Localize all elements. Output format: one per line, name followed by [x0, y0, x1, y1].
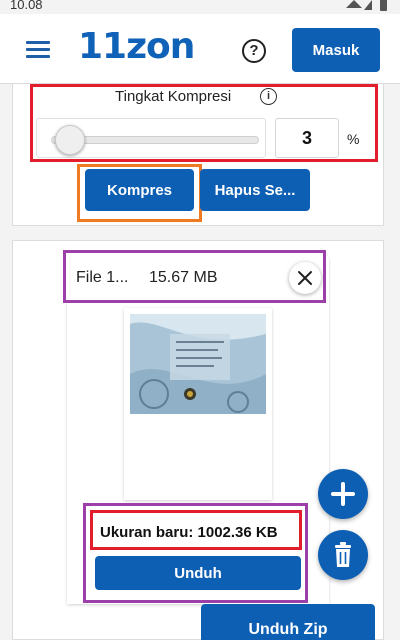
app-page: 10.08 11zon ? Masuk Tingkat Kompresi i 3… [0, 0, 400, 640]
trash-icon [335, 542, 351, 567]
file-name: File 1... [76, 269, 129, 286]
menu-icon[interactable] [26, 41, 50, 59]
info-icon[interactable]: i [260, 88, 277, 105]
delete-all-button[interactable] [318, 530, 368, 580]
status-icons [346, 0, 387, 11]
slider-thumb[interactable] [55, 125, 86, 155]
file-original-size: 15.67 MB [149, 269, 218, 286]
close-icon [298, 271, 312, 285]
compression-slider[interactable] [36, 118, 266, 158]
download-zip-button[interactable]: Unduh Zip [201, 604, 375, 640]
new-file-size: Ukuran baru: 1002.36 KB [100, 524, 278, 541]
battery-icon [380, 0, 387, 11]
plus-icon [331, 482, 355, 506]
status-time: 10.08 [10, 0, 43, 12]
login-button[interactable]: Masuk [292, 28, 380, 72]
top-header: 11zon ? Masuk [0, 14, 400, 84]
help-icon[interactable]: ? [242, 39, 266, 63]
download-button[interactable]: Unduh [95, 556, 301, 590]
percent-unit: % [347, 131, 360, 147]
signal-icon [364, 0, 372, 10]
file-preview-thumbnail[interactable] [124, 308, 272, 500]
add-file-button[interactable] [318, 469, 368, 519]
compression-level-title: Tingkat Kompresi [115, 88, 232, 105]
clear-all-button[interactable]: Hapus Se... [200, 169, 310, 211]
compression-level-input[interactable]: 3 [275, 118, 339, 158]
compress-button[interactable]: Kompres [85, 169, 194, 211]
document-thumbnail-image [130, 314, 266, 414]
app-logo[interactable]: 11zon [78, 26, 195, 67]
remove-file-button[interactable] [289, 262, 321, 294]
wifi-icon [346, 0, 362, 8]
status-bar: 10.08 [0, 0, 400, 14]
